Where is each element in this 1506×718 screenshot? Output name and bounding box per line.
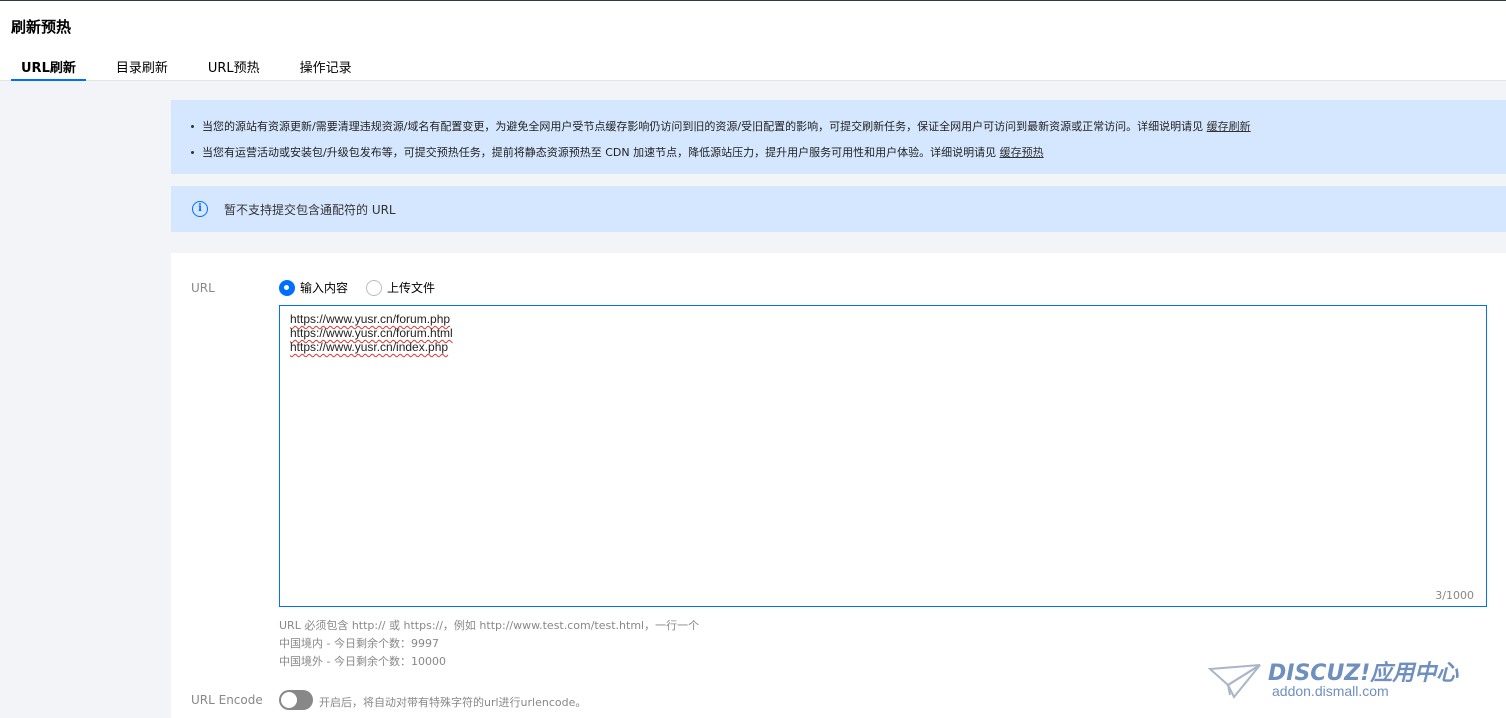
notice-text-prefetch: 当您有运营活动或安装包/升级包发布等，可提交预热任务，提前将静态资源预热至 CD…	[202, 146, 997, 159]
radio-checked-icon	[279, 279, 295, 296]
url-field-label: URL	[191, 281, 215, 295]
char-counter: 3/1000	[1435, 589, 1474, 602]
notice-item-refresh: 当您的源站有资源更新/需要清理违规资源/域名有配置变更，为避免全网用户受节点缓存…	[191, 118, 1251, 134]
notice-text-refresh: 当您的源站有资源更新/需要清理违规资源/域名有配置变更，为避免全网用户受节点缓存…	[202, 120, 1204, 133]
radio-input-content[interactable]: 输入内容	[279, 279, 348, 296]
tab-directory-refresh[interactable]: 目录刷新	[106, 53, 178, 81]
notice-panel: 当您的源站有资源更新/需要清理违规资源/域名有配置变更，为避免全网用户受节点缓存…	[171, 100, 1506, 174]
cache-prefetch-link[interactable]: 缓存预热	[1000, 146, 1044, 159]
page-header: 刷新预热 URL刷新 目录刷新 URL预热 操作记录	[0, 1, 1506, 81]
page-title: 刷新预热	[11, 18, 72, 36]
radio-input-content-label: 输入内容	[300, 281, 349, 295]
radio-upload-file[interactable]: 上传文件	[366, 279, 435, 296]
cache-refresh-link[interactable]: 缓存刷新	[1207, 120, 1251, 133]
watermark-domain: addon.dismall.com	[1272, 683, 1389, 699]
bullet-icon	[191, 124, 194, 128]
tab-url-refresh[interactable]: URL刷新	[11, 53, 86, 81]
watermark: DISCUZ!应用中心 addon.dismall.com	[1208, 655, 1500, 705]
domestic-quota: 中国境内 - 今日剩余个数：9997	[279, 637, 439, 650]
form-card: URL 输入内容 上传文件 https://www.yusr.cn/forum.…	[171, 253, 1506, 718]
url-textarea[interactable]	[280, 306, 1486, 606]
input-mode-radio-group: 输入内容 上传文件	[279, 279, 453, 296]
toggle-knob	[281, 692, 297, 708]
info-bar: i 暂不支持提交包含通配符的 URL	[171, 186, 1506, 232]
url-textarea-container: https://www.yusr.cn/forum.php https://ww…	[279, 305, 1487, 607]
notice-item-prefetch: 当您有运营活动或安装包/升级包发布等，可提交预热任务，提前将静态资源预热至 CD…	[191, 144, 1044, 160]
bullet-icon	[191, 150, 194, 154]
url-encode-description: 开启后，将自动对带有特殊字符的url进行urlencode。	[319, 696, 587, 709]
paper-plane-icon	[1208, 664, 1261, 699]
url-format-hint: URL 必须包含 http:// 或 https://，例如 http://ww…	[279, 619, 700, 632]
info-text: 暂不支持提交包含通配符的 URL	[224, 203, 396, 217]
url-encode-toggle[interactable]	[279, 690, 313, 710]
info-icon: i	[192, 201, 208, 217]
radio-unchecked-icon	[366, 279, 383, 296]
overseas-quota: 中国境外 - 今日剩余个数：10000	[279, 655, 446, 668]
url-encode-label: URL Encode	[191, 693, 263, 707]
radio-upload-file-label: 上传文件	[387, 281, 436, 295]
tab-operation-log[interactable]: 操作记录	[290, 53, 362, 81]
tab-bar: URL刷新 目录刷新 URL预热 操作记录	[11, 53, 382, 81]
tab-url-prefetch[interactable]: URL预热	[198, 53, 270, 81]
